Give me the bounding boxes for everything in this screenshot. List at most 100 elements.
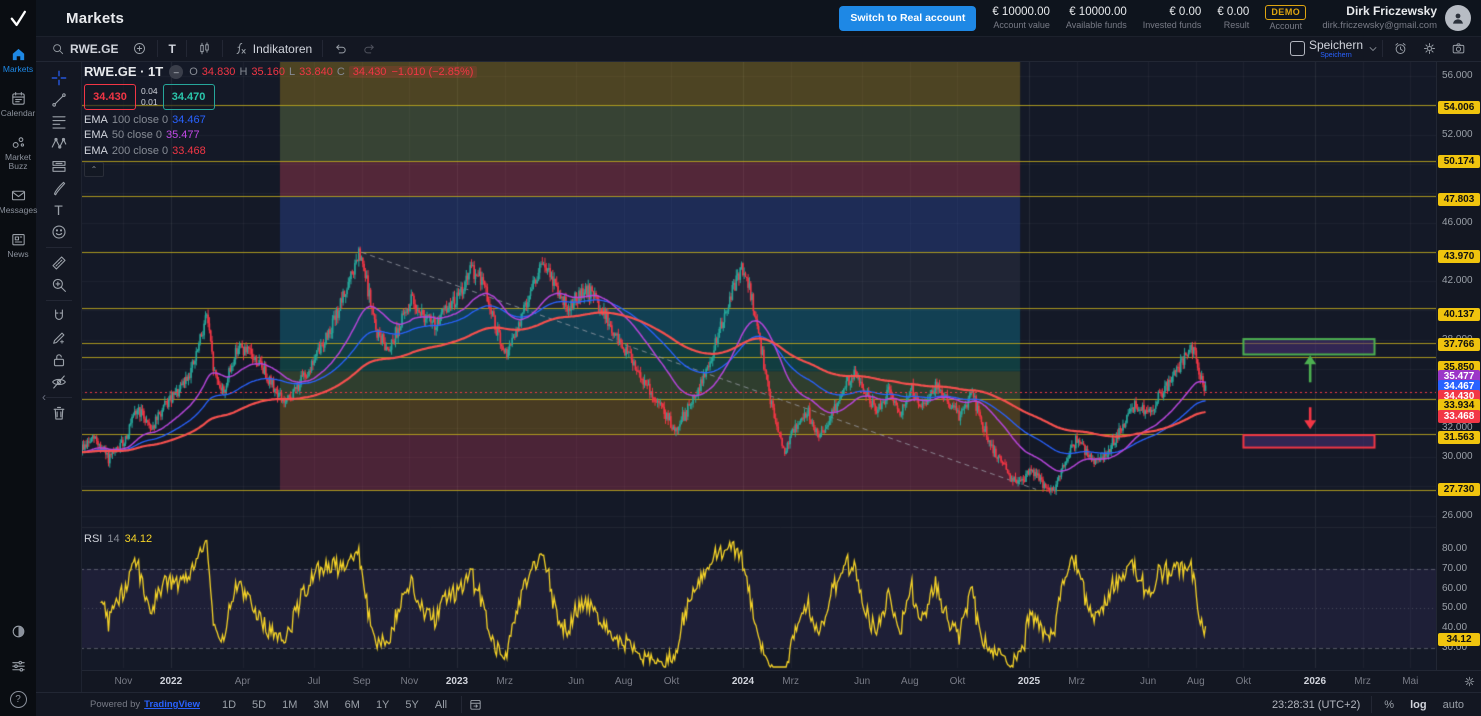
available-funds: € 10000.00 [1069,5,1127,19]
price-badge: 47.803 [1438,193,1480,206]
contrast-theme-icon[interactable] [10,623,27,640]
smiley-icon [50,223,68,241]
brush-tool-button[interactable] [45,177,73,198]
drawing-toolbar-collapse-handle[interactable]: ‹ [38,387,50,407]
time-tick-label: 2022 [160,676,182,687]
magnet-mode-button[interactable] [45,305,73,326]
sidebar-item-messages[interactable]: Messages [0,187,36,216]
fib-retracement-tool-button[interactable] [45,111,73,132]
save-layout-button[interactable]: Speichern Speichern [1309,39,1363,59]
sidebar-item-calendar[interactable]: Calendar [0,90,36,119]
compare-add-button[interactable] [125,41,154,56]
ema-50-value: 35.477 [166,129,200,141]
undo-button[interactable] [326,41,355,56]
price-badge: 37.766 [1438,338,1480,351]
range-button[interactable]: 3M [305,699,336,711]
position-tool-button[interactable] [45,155,73,176]
auto-scale-button[interactable]: auto [1436,699,1471,711]
gear-icon [1422,41,1437,56]
user-menu[interactable]: Dirk Friczewsky dirk.friczewsky@gmail.co… [1322,4,1471,32]
range-button[interactable]: 1D [214,699,244,711]
alarm-clock-icon [1393,41,1408,56]
range-button[interactable]: 6M [337,699,368,711]
legend-collapse-button[interactable]: ⌃ [84,162,104,177]
clock-label[interactable]: 23:28:31 (UTC+2) [1272,699,1360,711]
trendline-tool-button[interactable] [45,89,73,110]
ema-200-legend[interactable]: EMA200 close 0 33.468 [84,145,477,157]
legend-symbol-title[interactable]: RWE.GE · 1T [84,64,163,79]
chart-settings-button[interactable] [1415,41,1444,56]
time-tick-label: Mrz [1068,676,1085,687]
percent-scale-button[interactable]: % [1377,699,1401,711]
time-tick-label: Okt [950,676,966,687]
indicators-button[interactable]: Indikatoren [226,41,319,56]
ema-200-value: 33.468 [172,145,206,157]
sidebar-item-market-buzz[interactable]: Market Buzz [0,134,36,173]
sidebar-item-markets[interactable]: Markets [0,46,36,75]
time-tick-label: 2023 [446,676,468,687]
chart-type-button[interactable] [190,41,219,56]
chart-toolbar: RWE.GE T Indikatoren Speichern Sp [36,36,1481,62]
rsi-tick-label: 60.00 [1442,583,1467,594]
symbol-search-button[interactable]: RWE.GE [44,42,125,56]
drawing-mode-button[interactable] [45,327,73,348]
price-tick-label: 56.000 [1442,70,1473,81]
price-axis[interactable]: 56.00052.00046.00042.00038.00032.00030.0… [1436,62,1481,670]
zoom-in-tool-button[interactable] [45,274,73,295]
demo-badge-text: DEMO [1265,5,1306,20]
time-tick-label: Okt [1236,676,1252,687]
redo-button[interactable] [355,41,384,56]
buzz-bubbles-icon [10,134,27,151]
switch-to-real-button[interactable]: Switch to Real account [839,6,976,31]
sell-button[interactable]: 34.430 [84,84,136,110]
spread-bottom: 0.01 [141,97,158,108]
brush-icon [50,179,68,197]
tradingview-link[interactable]: TradingView [144,699,200,710]
range-button[interactable]: 5D [244,699,274,711]
time-tick-label: Jun [854,676,870,687]
axis-settings-gear-icon[interactable] [1463,675,1476,688]
interval-button[interactable]: T [161,42,182,56]
help-icon[interactable]: ? [10,691,27,708]
ema-50-legend[interactable]: EMA50 close 0 35.477 [84,129,477,141]
text-tool-button[interactable]: T [45,199,73,220]
time-tick-label: Mrz [782,676,799,687]
app-logo[interactable] [0,0,36,36]
invested-funds-label: Invested funds [1143,20,1202,31]
chevron-down-icon[interactable] [1367,43,1379,55]
powered-by-label: Powered by [90,699,140,710]
settings-sliders-icon[interactable] [10,657,27,674]
range-button[interactable]: 5Y [397,699,426,711]
time-tick-label: Sep [353,676,371,687]
log-scale-button[interactable]: log [1403,699,1434,711]
legend-visibility-icon[interactable]: – [169,65,183,79]
lock-drawings-button[interactable] [45,349,73,370]
sidebar-item-news[interactable]: News [0,231,36,260]
pattern-tool-button[interactable] [45,133,73,154]
crosshair-tool-button[interactable] [45,67,73,88]
range-button[interactable]: 1M [274,699,305,711]
emoji-tool-button[interactable] [45,221,73,242]
time-tick-label: Aug [1187,676,1205,687]
range-button[interactable]: 1Y [368,699,397,711]
account-value-label: Account value [993,20,1050,31]
available-funds-stat: € 10000.00 Available funds [1066,5,1127,31]
range-button[interactable]: All [427,699,455,711]
measure-tool-button[interactable] [45,252,73,273]
account-value-stat: € 10000.00 Account value [992,5,1050,31]
chart-legend: RWE.GE · 1T – O34.830 H35.160 L33.840 C … [84,64,477,177]
envelope-icon [10,187,27,204]
price-tick-label: 42.000 [1442,275,1473,286]
avatar[interactable] [1445,5,1471,31]
go-to-date-icon[interactable] [468,697,483,712]
time-axis[interactable]: Nov2022AprJulSepNov2023MrzJunAugOkt2024M… [36,670,1481,693]
plus-circle-icon [132,41,147,56]
layout-select-icon[interactable] [1290,41,1305,56]
pencil-icon [50,329,68,347]
rsi-legend[interactable]: RSI 14 34.12 [84,533,152,545]
buy-button[interactable]: 34.470 [163,84,215,110]
fx-indicators-icon [233,41,248,56]
snapshot-button[interactable] [1444,41,1473,56]
ema-100-legend[interactable]: EMA100 close 0 34.467 [84,114,477,126]
alert-button[interactable] [1386,41,1415,56]
